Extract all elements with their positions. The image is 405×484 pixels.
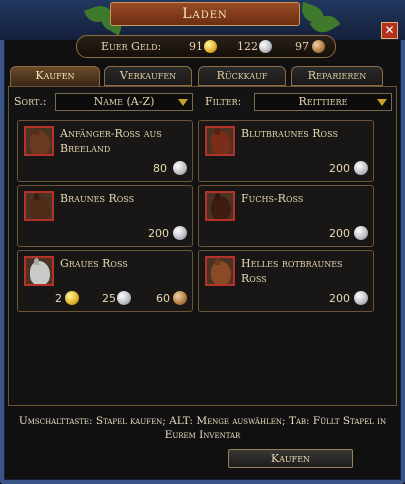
item-price-silver: 200 <box>329 227 350 240</box>
close-icon: ✕ <box>384 23 395 37</box>
horse-head-icon <box>30 261 50 284</box>
money-gold-value: 91 <box>189 40 203 53</box>
list-item-shop[interactable]: Anfänger-Ross aus Breeland 80 <box>17 120 193 182</box>
money-silver-value: 122 <box>237 40 258 53</box>
window-title: Laden <box>110 2 300 26</box>
gold-coin-icon <box>204 40 217 53</box>
silver-coin-icon <box>259 40 272 53</box>
item-name: Braunes Ross <box>60 192 135 205</box>
sort-dropdown[interactable]: Name (A-Z) <box>55 93 193 111</box>
silver-coin-icon <box>173 161 187 175</box>
horse-portrait-icon <box>205 126 235 156</box>
filter-dropdown[interactable]: Reittiere <box>254 93 392 111</box>
horse-portrait-icon <box>24 191 54 221</box>
tab-repair[interactable]: Reparieren <box>291 66 383 86</box>
close-button[interactable]: ✕ <box>381 22 398 39</box>
item-price-gold: 2 <box>55 292 62 305</box>
tab-buy[interactable]: Kaufen <box>10 66 100 87</box>
chevron-down-icon <box>377 99 387 106</box>
item-name: Blutbraunes Ross <box>241 127 338 140</box>
horse-portrait-icon <box>24 126 54 156</box>
tab-buyback[interactable]: Rückkauf <box>198 66 286 86</box>
item-price-silver: 25 <box>102 292 116 305</box>
list-item-shop[interactable]: Braunes Ross 200 <box>17 185 193 247</box>
tab-sell[interactable]: Verkaufen <box>104 66 192 86</box>
horse-head-icon <box>30 131 50 154</box>
horse-head-icon <box>211 131 231 154</box>
copper-coin-icon <box>312 40 325 53</box>
list-item-shop[interactable]: Blutbraunes Ross 200 <box>198 120 374 182</box>
horse-head-icon <box>30 196 50 219</box>
horse-ear <box>215 193 220 200</box>
item-price-silver: 200 <box>148 227 169 240</box>
filter-value: Reittiere <box>298 95 348 108</box>
horse-ear <box>34 128 39 135</box>
silver-coin-icon <box>173 226 187 240</box>
gold-coin-icon <box>65 291 79 305</box>
money-copper-value: 97 <box>295 40 309 53</box>
horse-ear <box>34 258 39 265</box>
sort-value: Name (A-Z) <box>93 95 155 108</box>
horse-ear <box>215 128 220 135</box>
silver-coin-icon <box>117 291 131 305</box>
buy-button[interactable]: Kaufen <box>228 449 353 468</box>
horse-ear <box>34 193 39 200</box>
item-price-silver: 200 <box>329 292 350 305</box>
item-price-silver: 200 <box>329 162 350 175</box>
copper-coin-icon <box>173 291 187 305</box>
silver-coin-icon <box>354 291 368 305</box>
money-display: Euer Geld: 91 122 97 <box>76 35 336 58</box>
silver-coin-icon <box>354 161 368 175</box>
item-name: Helles rotbraunes Ross <box>241 257 343 285</box>
horse-portrait-icon <box>205 256 235 286</box>
chevron-down-icon <box>178 99 188 106</box>
list-item-shop[interactable]: Fuchs-Ross 200 <box>198 185 374 247</box>
filter-label: Filter: <box>205 95 242 108</box>
item-name: Fuchs-Ross <box>241 192 304 205</box>
horse-ear <box>215 258 220 265</box>
sort-label: Sort.: <box>14 95 47 108</box>
horse-head-icon <box>211 261 231 284</box>
shop-hint-text: Umschalttaste: Stapel kaufen; ALT: Menge… <box>18 415 387 441</box>
item-price-copper: 60 <box>156 292 170 305</box>
list-item-shop[interactable]: Helles rotbraunes Ross 200 <box>198 250 374 312</box>
horse-portrait-icon <box>24 256 54 286</box>
item-name: Anfänger-Ross aus Breeland <box>60 127 162 155</box>
money-label: Euer Geld: <box>101 40 162 53</box>
item-price-silver: 80 <box>153 162 167 175</box>
item-name: Graues Ross <box>60 257 128 270</box>
silver-coin-icon <box>354 226 368 240</box>
horse-portrait-icon <box>205 191 235 221</box>
horse-head-icon <box>211 196 231 219</box>
list-item-shop[interactable]: Graues Ross 2 25 60 <box>17 250 193 312</box>
